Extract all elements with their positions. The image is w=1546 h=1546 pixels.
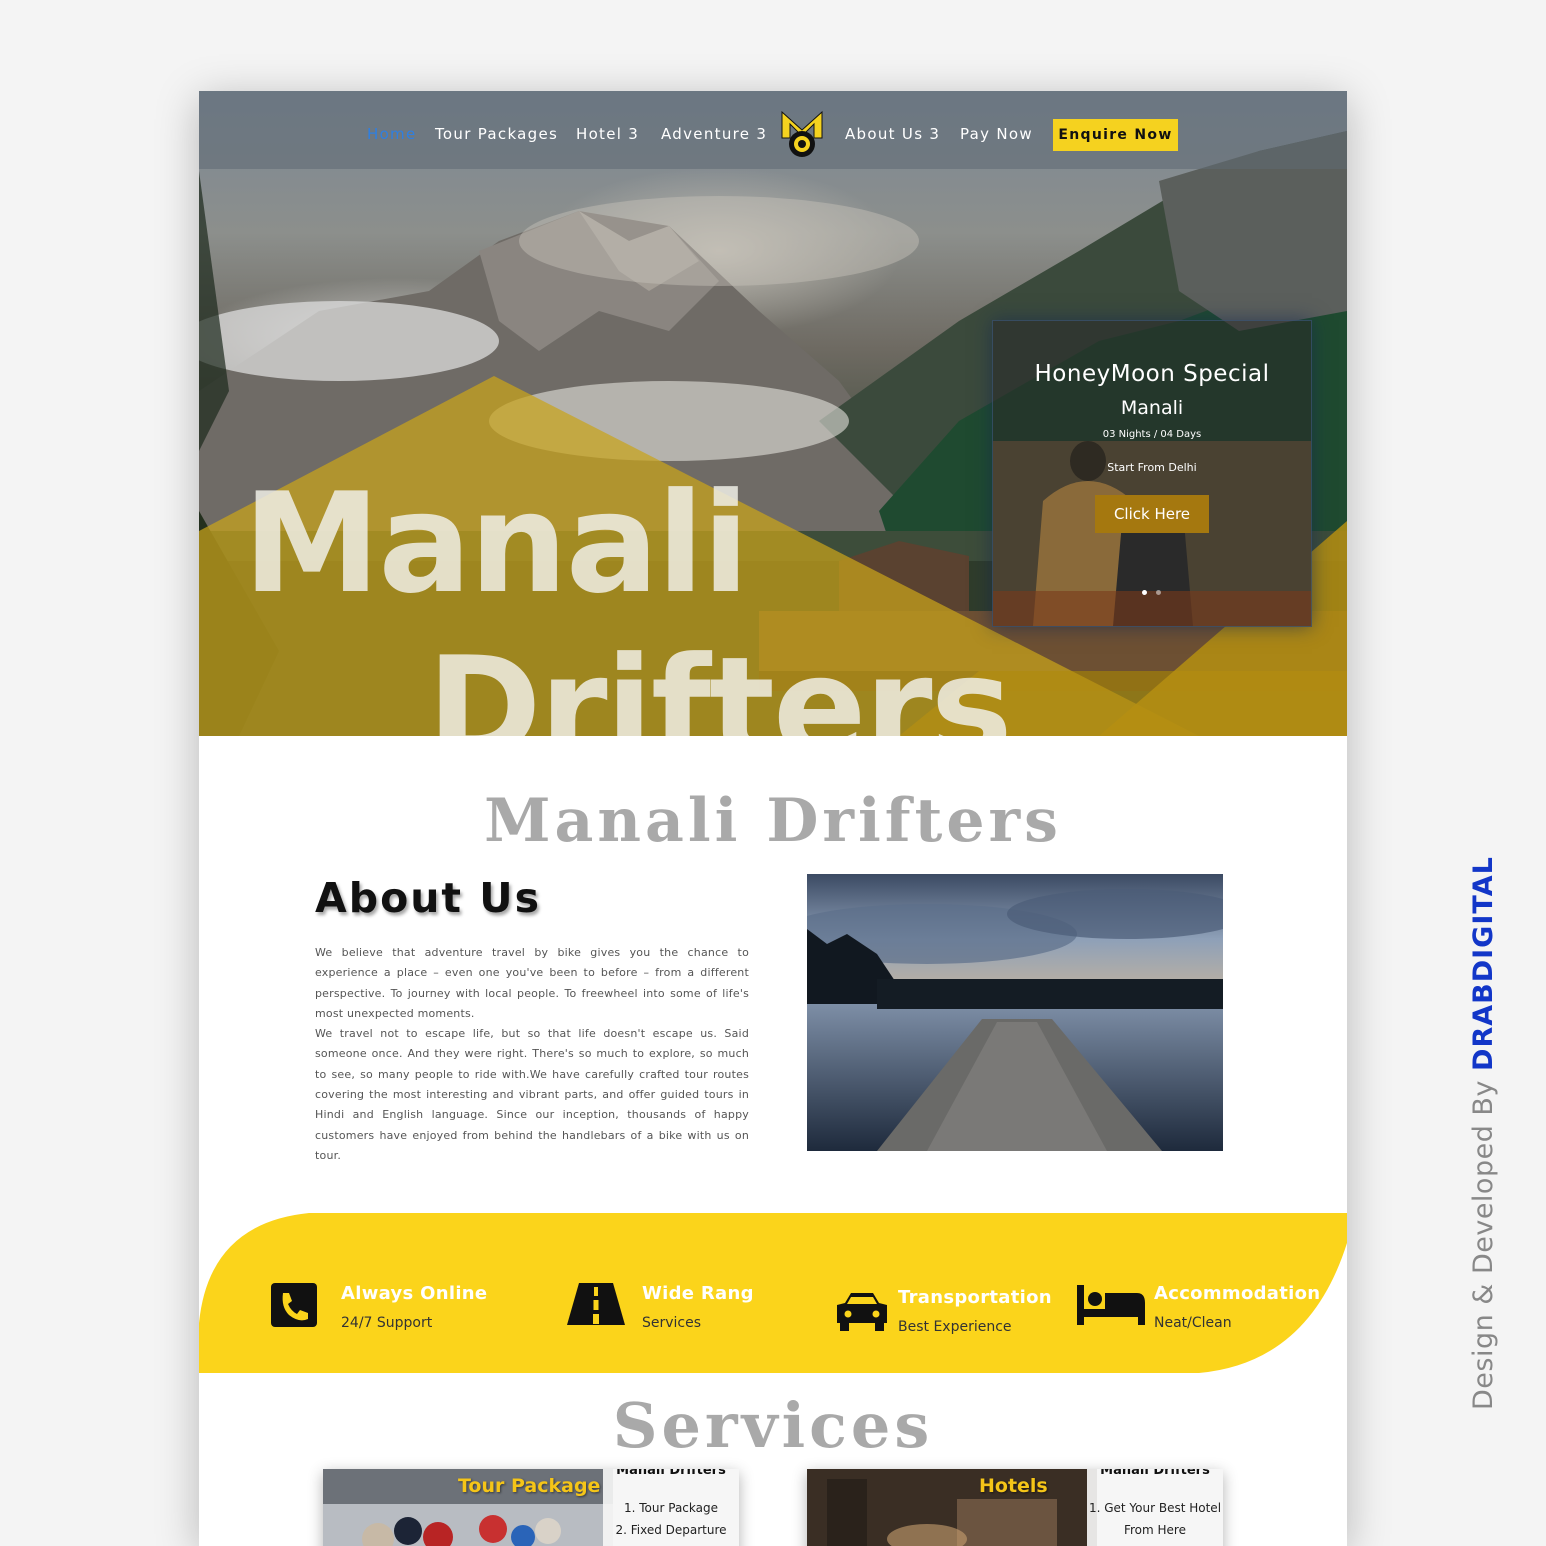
feature-title-transportation: Transportation [898,1287,1052,1308]
click-here-button[interactable]: Click Here [1095,495,1209,533]
designer-credit: Design & Developed By DRABDIGITAL [1468,856,1499,1410]
road-icon [567,1283,625,1325]
honeymoon-promo-card: HoneyMoon Special Manali 03 Nights / 04 … [992,320,1312,627]
phone-icon [271,1283,317,1327]
credit-brand[interactable]: DRABDIGITAL [1468,856,1499,1071]
nav-pay-now[interactable]: Pay Now [960,125,1033,143]
tour-package-title: Tour Package [458,1475,601,1497]
lake-dock-image [807,874,1223,1151]
slider-dot-2[interactable] [1156,590,1161,595]
tour-package-line-2: 2. Fixed Departure [615,1523,727,1537]
site-logo[interactable] [780,108,824,160]
feature-title-wide-range: Wide Rang [642,1283,754,1304]
hotels-list: 1. Get Your Best Hotel From Here [1087,1497,1223,1541]
promo-title: HoneyMoon Special [1034,361,1270,387]
feature-sub-experience: Best Experience [898,1319,1012,1335]
nav-home[interactable]: Home [367,125,417,143]
about-us-title: About Us [315,874,542,922]
hero-title-line1: Manali [243,463,749,624]
nav-adventure[interactable]: Adventure 3 [661,125,767,143]
top-navbar: Home Tour Packages Hotel 3 Adventure 3 A… [199,91,1347,169]
feature-sub-neat: Neat/Clean [1154,1315,1232,1331]
tour-package-brand: Manali Drifters [616,1469,726,1478]
car-icon [837,1293,887,1331]
feature-title-accommodation: Accommodation [1154,1283,1321,1304]
hero-title-line2: Drifters [427,627,1013,737]
about-paragraph-1: We believe that adventure travel by bike… [315,946,749,1020]
tour-package-card[interactable]: Tour Package Manali Drifters 1. Tour Pac… [323,1469,739,1546]
about-paragraph-2: We travel not to escape life, but so tha… [315,1027,749,1162]
promo-start: Start From Delhi [1107,461,1197,474]
hotels-card[interactable]: Hotels Manali Drifters 1. Get Your Best … [807,1469,1223,1546]
tour-package-line-1: 1. Tour Package [624,1501,718,1515]
hero-section: Manali Drifters HoneyMoon Special Manali… [199,91,1347,736]
enquire-now-button[interactable]: Enquire Now [1053,119,1178,151]
about-us-text: We believe that adventure travel by bike… [315,943,749,1166]
promo-duration: 03 Nights / 04 Days [1102,429,1202,440]
credit-prefix: Design & Developed By [1468,1080,1499,1410]
nav-hotel[interactable]: Hotel 3 [576,125,639,143]
bed-icon [1077,1285,1145,1325]
promo-place: Manali [1120,397,1184,419]
nav-tour-packages[interactable]: Tour Packages [435,125,558,143]
feature-sub-support: 24/7 Support [341,1315,433,1331]
feature-sub-services: Services [642,1315,702,1331]
brand-heading: Manali Drifters [484,786,1062,856]
tour-package-list: 1. Tour Package 2. Fixed Departure [603,1497,739,1541]
services-heading: Services [612,1389,934,1462]
hotels-panel: Manali Drifters 1. Get Your Best Hotel F… [1087,1469,1223,1546]
hotels-title: Hotels [979,1475,1048,1497]
hotels-image [807,1469,1097,1546]
nav-about-us[interactable]: About Us 3 [845,125,940,143]
feature-title-always-online: Always Online [341,1283,488,1304]
hotels-brand: Manali Drifters [1100,1469,1210,1478]
slider-dot-1[interactable] [1142,590,1147,595]
hotels-line-1: 1. Get Your Best Hotel [1088,1501,1222,1515]
tour-package-panel: Manali Drifters 1. Tour Package 2. Fixed… [603,1469,739,1546]
website-page: Manali Drifters HoneyMoon Special Manali… [199,91,1347,1546]
hotels-line-2: From Here [1123,1523,1186,1537]
